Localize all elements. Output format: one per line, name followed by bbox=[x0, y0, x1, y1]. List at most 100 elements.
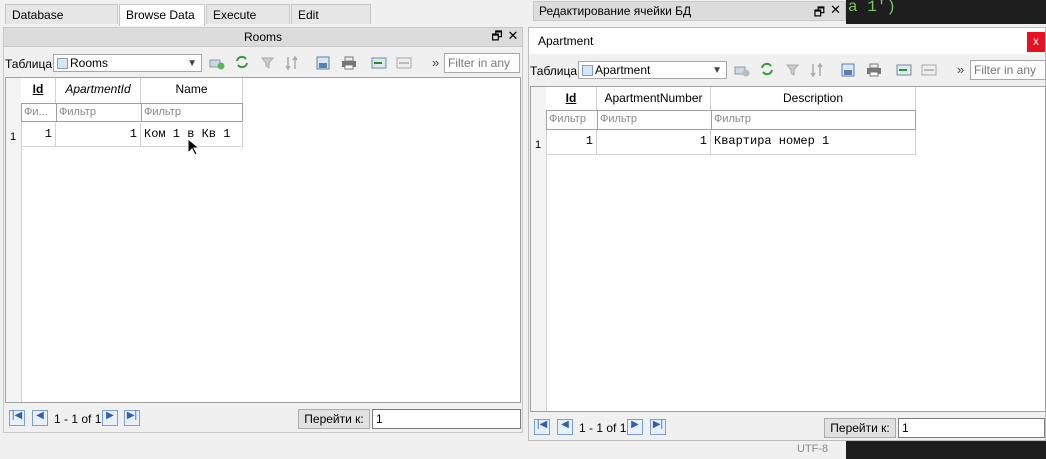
row-number[interactable]: 1 bbox=[10, 131, 16, 143]
print-icon[interactable] bbox=[866, 62, 882, 78]
insert-record-icon[interactable] bbox=[734, 62, 750, 78]
record-count: 1 - 1 of 1 bbox=[54, 412, 102, 426]
save-table-icon[interactable] bbox=[841, 62, 857, 78]
encoding-label: UTF-8 bbox=[797, 443, 829, 455]
chevron-left-icon: ◀ bbox=[561, 419, 569, 430]
close-icon[interactable]: ✕ bbox=[830, 2, 841, 18]
goto-button[interactable]: Перейти к: bbox=[824, 418, 896, 438]
column-filter-apartmentnumber[interactable]: Фильтр bbox=[597, 110, 712, 130]
navigation-bar: |◀ ◀ 1 - 1 of 1 ▶ ▶| Перейти к: 1 bbox=[529, 417, 1045, 439]
add-record-icon[interactable] bbox=[371, 55, 387, 71]
table-select-value: Apartment bbox=[595, 63, 651, 77]
row-header-column bbox=[6, 78, 22, 402]
chevron-down-icon: ▼ bbox=[712, 65, 722, 76]
delete-record-icon[interactable] bbox=[396, 55, 412, 71]
tab-execute-sql[interactable]: Execute SQL bbox=[206, 4, 290, 42]
mouse-cursor-icon bbox=[187, 138, 199, 156]
editor-code-snippet: a 1') bbox=[848, 0, 897, 16]
chevron-down-icon: ▼ bbox=[187, 58, 197, 69]
goto-button[interactable]: Перейти к: bbox=[298, 409, 370, 429]
chevron-left-icon: ◀ bbox=[36, 410, 44, 421]
column-filter-apartmentid[interactable]: Фильтр bbox=[56, 103, 142, 122]
clear-filters-icon[interactable] bbox=[785, 62, 801, 78]
skip-back-icon: |◀ bbox=[536, 419, 548, 430]
column-filter-description[interactable]: Фильтр bbox=[711, 110, 916, 130]
chevron-right-icon: ▶ bbox=[631, 419, 639, 430]
table-label: Таблица: bbox=[5, 57, 56, 71]
prev-page-button[interactable]: ◀ bbox=[557, 419, 573, 435]
chevron-right-icon: ▶ bbox=[106, 410, 114, 421]
column-filter-id[interactable]: Фи... bbox=[21, 103, 57, 122]
table-cell-apartmentid[interactable]: 1 bbox=[56, 123, 141, 147]
float-icon[interactable]: 🗗 bbox=[814, 3, 825, 24]
column-header-name[interactable]: Name bbox=[141, 78, 243, 104]
refresh-icon[interactable] bbox=[759, 61, 775, 77]
save-table-icon[interactable] bbox=[316, 55, 332, 71]
data-grid: Id ApartmentId Name Фи... Фильтр Фильтр … bbox=[5, 77, 521, 403]
skip-forward-icon: ▶| bbox=[126, 410, 138, 421]
data-grid: Id ApartmentNumber Description Фильтр Фи… bbox=[530, 86, 1046, 412]
column-header-id[interactable]: Id bbox=[21, 78, 56, 104]
column-header-id[interactable]: Id bbox=[546, 87, 597, 111]
last-page-button[interactable]: ▶| bbox=[124, 410, 140, 426]
column-header-apartmentnumber[interactable]: ApartmentNumber bbox=[597, 87, 711, 111]
table-cell-id[interactable]: 1 bbox=[21, 123, 56, 147]
tab-browse-data[interactable]: Browse Data bbox=[119, 4, 205, 26]
add-record-icon[interactable] bbox=[896, 62, 912, 78]
first-page-button[interactable]: |◀ bbox=[9, 410, 25, 426]
table-select[interactable]: Rooms ▼ bbox=[53, 54, 202, 72]
refresh-icon[interactable] bbox=[234, 54, 250, 70]
editor-background-bottom bbox=[846, 441, 1046, 459]
print-icon[interactable] bbox=[341, 55, 357, 71]
skip-back-icon: |◀ bbox=[11, 410, 23, 421]
global-filter-input[interactable]: Filter in any bbox=[970, 60, 1046, 80]
column-filter-id[interactable]: Фильтр bbox=[546, 110, 598, 130]
window-title: Apartment bbox=[538, 34, 594, 48]
row-header-column bbox=[531, 87, 547, 411]
table-select-value: Rooms bbox=[70, 56, 109, 70]
tab-edit-pragmas[interactable]: Edit Pragmas bbox=[291, 4, 371, 42]
skip-forward-icon: ▶| bbox=[652, 419, 664, 430]
edit-cell-dock-titlebar[interactable]: Редактирование ячейки БД 🗗 ✕ bbox=[533, 1, 846, 21]
table-cell-description[interactable]: Квартира номер 1 bbox=[711, 130, 916, 155]
close-button[interactable]: x bbox=[1027, 32, 1045, 52]
next-page-button[interactable]: ▶ bbox=[627, 419, 643, 435]
insert-record-icon[interactable] bbox=[209, 55, 225, 71]
table-cell-id[interactable]: 1 bbox=[546, 130, 597, 155]
table-toolbar: Таблица: Apartment ▼ » Filter in any bbox=[529, 56, 1046, 84]
main-tab-bar: Database Structure Browse Data Execute S… bbox=[0, 4, 528, 42]
global-filter-input[interactable]: Filter in any ... bbox=[444, 53, 520, 88]
browse-data-panel: Rooms 🗗 ✕ Таблица: Rooms ▼ » Filter in a… bbox=[3, 27, 523, 433]
table-label: Таблица: bbox=[530, 64, 581, 78]
editor-background: a 1') bbox=[846, 0, 1046, 24]
apartment-window: Apartment x Таблица: Apartment ▼ » Filte… bbox=[528, 27, 1046, 441]
row-number[interactable]: 1 bbox=[535, 139, 541, 151]
first-page-button[interactable]: |◀ bbox=[534, 419, 550, 435]
navigation-bar: |◀ ◀ 1 - 1 of 1 ▶ ▶| Перейти к: 1 bbox=[4, 408, 522, 430]
edit-cell-dock-title: Редактирование ячейки БД bbox=[539, 4, 692, 18]
table-icon bbox=[57, 58, 68, 69]
tab-database-structure[interactable]: Database Structure bbox=[5, 4, 118, 42]
column-header-apartmentid[interactable]: ApartmentId bbox=[56, 78, 141, 104]
float-icon[interactable]: 🗗 bbox=[490, 29, 504, 43]
panel-title-text: Rooms bbox=[243, 30, 282, 44]
table-toolbar: Таблица: Rooms ▼ » Filter in any ... bbox=[4, 49, 522, 88]
record-count: 1 - 1 of 1 bbox=[579, 421, 627, 435]
clear-filters-icon[interactable] bbox=[260, 55, 276, 71]
column-filter-name[interactable]: Фильтр bbox=[141, 103, 243, 122]
sort-icon[interactable] bbox=[284, 55, 300, 71]
last-page-button[interactable]: ▶| bbox=[650, 419, 666, 435]
delete-record-icon[interactable] bbox=[921, 62, 937, 78]
next-page-button[interactable]: ▶ bbox=[102, 410, 118, 426]
sort-icon[interactable] bbox=[809, 62, 825, 78]
goto-input[interactable]: 1 bbox=[898, 418, 1045, 438]
window-titlebar[interactable]: Apartment x bbox=[529, 28, 1045, 54]
more-icon[interactable]: » bbox=[957, 62, 964, 77]
column-header-description[interactable]: Description bbox=[711, 87, 916, 111]
goto-input[interactable]: 1 bbox=[372, 409, 521, 429]
close-icon[interactable]: ✕ bbox=[506, 29, 520, 43]
table-select[interactable]: Apartment ▼ bbox=[578, 61, 727, 79]
table-cell-apartmentnumber[interactable]: 1 bbox=[597, 130, 711, 155]
more-icon[interactable]: » bbox=[432, 55, 439, 70]
prev-page-button[interactable]: ◀ bbox=[32, 410, 48, 426]
